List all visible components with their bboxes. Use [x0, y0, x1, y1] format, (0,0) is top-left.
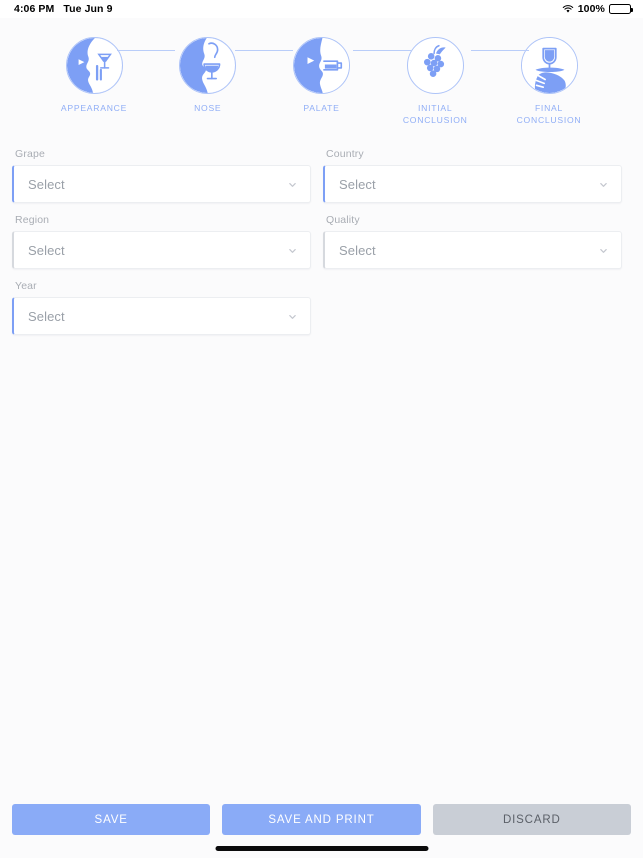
region-select-value: Select [28, 242, 65, 258]
chevron-down-icon [599, 180, 608, 189]
grapes-icon [406, 37, 464, 94]
grape-select-value: Select [28, 176, 65, 192]
form-actions: SAVE SAVE AND PRINT DISCARD [0, 804, 643, 835]
face-wine-glass-appearance-icon [65, 37, 123, 94]
field-label-quality: Quality [326, 214, 360, 226]
form-grid: Grape Select Country Select Region Selec… [12, 148, 631, 346]
chevron-down-icon [288, 312, 297, 321]
year-select-value: Select [28, 308, 65, 324]
tasting-stepper: APPEARANCE NOSE PALATE INITIAL CONCLUSIO… [0, 18, 643, 134]
battery-full-icon [609, 4, 633, 14]
battery-percent-label: 100% [577, 2, 605, 15]
home-indicator[interactable] [215, 846, 428, 851]
field-label-year: Year [15, 280, 37, 292]
wifi-icon [562, 4, 574, 14]
quality-select[interactable]: Select [323, 231, 622, 269]
stepper-label-palate: PALATE [303, 103, 340, 113]
status-date: Tue Jun 9 [63, 2, 113, 15]
status-time: 4:06 PM [14, 2, 55, 15]
page-content: APPEARANCE NOSE PALATE INITIAL CONCLUSIO… [0, 18, 643, 858]
wine-details-form: Grape Select Country Select Region Selec… [0, 134, 643, 346]
save-and-print-button[interactable]: SAVE AND PRINT [222, 804, 421, 835]
chevron-down-icon [288, 246, 297, 255]
field-label-region: Region [15, 214, 50, 226]
stepper-connector-2 [235, 50, 293, 52]
hand-holding-wine-glass-icon [520, 37, 578, 94]
country-select[interactable]: Select [323, 165, 622, 203]
stepper-connector-4 [471, 50, 529, 52]
region-select[interactable]: Select [12, 231, 311, 269]
stepper-step-appearance[interactable]: APPEARANCE [42, 37, 146, 115]
save-button[interactable]: SAVE [12, 804, 211, 835]
discard-button[interactable]: DISCARD [432, 804, 631, 835]
quality-select-value: Select [339, 242, 376, 258]
chevron-down-icon [288, 180, 297, 189]
stepper-step-palate[interactable]: PALATE [270, 37, 374, 115]
chevron-down-icon [599, 246, 608, 255]
face-tasting-wine-icon [293, 37, 350, 94]
stepper-label-nose: NOSE [194, 103, 222, 113]
stepper-label-appearance: APPEARANCE [60, 103, 128, 113]
field-label-grape: Grape [15, 148, 45, 160]
country-select-value: Select [339, 176, 376, 192]
stepper-label-initial-conclusion: INITIAL CONCLUSION [402, 103, 468, 125]
status-bar-left: 4:06 PM Tue Jun 9 [14, 4, 113, 15]
year-select[interactable]: Select [12, 297, 311, 335]
stepper-connector-3 [353, 50, 411, 52]
stepper-label-final-conclusion: FINAL CONCLUSION [516, 103, 582, 125]
stepper-step-nose[interactable]: NOSE [156, 37, 260, 115]
field-year: Year Select [12, 280, 311, 335]
field-label-country: Country [326, 148, 364, 160]
status-bar-right: 100% [562, 2, 633, 15]
grape-select[interactable]: Select [12, 165, 311, 203]
face-smelling-wine-icon [179, 37, 237, 94]
field-country: Country Select [323, 148, 622, 203]
field-quality: Quality Select [323, 214, 622, 269]
status-bar: 4:06 PM Tue Jun 9 100% [0, 0, 643, 18]
field-grape: Grape Select [12, 148, 311, 203]
stepper-steps: APPEARANCE NOSE PALATE INITIAL CONCLUSIO… [0, 37, 643, 126]
stepper-connector-1 [117, 50, 175, 52]
field-region: Region Select [12, 214, 311, 269]
